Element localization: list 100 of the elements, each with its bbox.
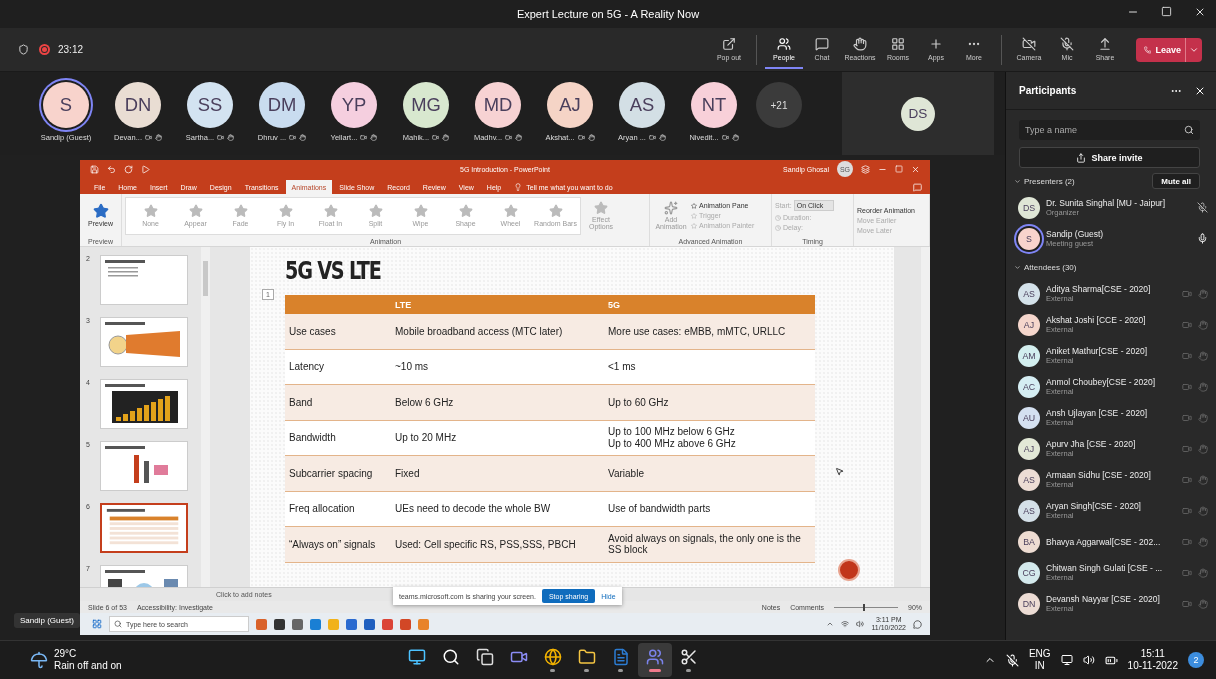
- weather-text: Rain off and on: [54, 660, 122, 672]
- avatar: AU: [1018, 406, 1040, 429]
- avatar: AJ: [547, 82, 593, 128]
- mic-off-icon: [1060, 36, 1074, 51]
- table-cell: Mobile broadband access (MTC later): [391, 314, 604, 350]
- star-icon: [233, 204, 248, 218]
- table-cell: <1 ms: [604, 349, 815, 385]
- avatar: AC: [1018, 375, 1040, 398]
- camera-icon: [1182, 598, 1192, 609]
- chevron-up-icon: [826, 620, 835, 628]
- camera-icon: [432, 134, 440, 141]
- meeting-timer: 23:12: [58, 44, 84, 55]
- section-toggle[interactable]: Presenters (2): [1014, 176, 1149, 186]
- comments-icon[interactable]: [913, 183, 922, 192]
- hand-icon: [515, 134, 523, 141]
- share-invite-button[interactable]: Share invite: [1019, 147, 1200, 168]
- slide-title: 5G VS LTE: [285, 257, 382, 285]
- table-cell: Band: [285, 385, 391, 421]
- hand-icon: [1198, 443, 1208, 454]
- participant-name: Apurv Jha [CSE - 2020]: [1046, 439, 1136, 449]
- people-icon: [777, 36, 791, 51]
- table-cell: Up to 60 GHz: [604, 385, 815, 421]
- clock-icon: [775, 214, 781, 221]
- participant-name: Akshat Joshi [CCE - 2020]: [1046, 315, 1146, 325]
- hand-icon: [154, 134, 162, 141]
- hand-icon: [853, 36, 867, 51]
- avatar: AS: [1018, 468, 1040, 491]
- camera-icon: [1182, 319, 1192, 330]
- hand-icon: [299, 134, 307, 141]
- table-cell: ~10 ms: [391, 349, 604, 385]
- volume-icon: [1082, 654, 1095, 666]
- wifi-icon: [841, 620, 850, 628]
- table-cell: Freq allocation: [285, 491, 391, 527]
- star-icon: [594, 200, 608, 215]
- participant-name: Aniket Mathur[CSE - 2020]: [1046, 346, 1148, 356]
- table-cell: UEs need to decode the whole BW: [391, 491, 604, 527]
- camera-icon: [1182, 474, 1192, 485]
- participant-name: Armaan Sidhu [CSE - 2020]: [1046, 470, 1151, 480]
- chevron-down-icon: [1014, 263, 1021, 271]
- table-cell: “Always on” signals: [285, 527, 391, 563]
- people-icon: [645, 648, 664, 666]
- table-cell: Variable: [604, 456, 815, 492]
- maximize-icon[interactable]: [1161, 6, 1172, 17]
- camera-icon: [577, 134, 585, 141]
- avatar: DS: [901, 96, 935, 131]
- star-icon: [548, 204, 563, 218]
- app-icon[interactable]: [292, 618, 303, 630]
- avatar: MG: [403, 82, 449, 128]
- close-icon[interactable]: [1194, 6, 1206, 18]
- presenter-label: Sandip (Guest): [14, 613, 80, 628]
- star-icon: [278, 204, 293, 218]
- temperature: 29°C: [54, 648, 78, 660]
- mic-off-icon[interactable]: [1005, 653, 1019, 667]
- app-icon[interactable]: [274, 618, 285, 630]
- participant-name: Bhavya Aggarwal[CSE - 202...: [1046, 536, 1161, 547]
- table-cell: Use cases: [285, 314, 391, 350]
- table-cell: Use of bandwidth parts: [604, 491, 815, 527]
- section-toggle[interactable]: Attendees (30): [1014, 262, 1200, 272]
- hand-icon: [227, 134, 235, 141]
- app-icon[interactable]: [364, 618, 375, 630]
- camera-icon: [1182, 505, 1192, 516]
- slide-thumbnail[interactable]: [100, 503, 188, 553]
- search-field[interactable]: Type a name: [1019, 120, 1200, 140]
- share-icon: [1098, 36, 1112, 51]
- scissors-icon: [679, 648, 698, 666]
- hand-icon: [1198, 412, 1208, 423]
- notification-icon: [913, 619, 922, 629]
- star-icon: [188, 204, 203, 218]
- table-cell: Up to 20 MHz: [391, 420, 604, 456]
- table-cell: Below 6 GHz: [391, 385, 604, 421]
- hand-icon: [1198, 536, 1208, 547]
- table-cell: Used: Cell specific RS, PSS,SSS, PBCH: [391, 527, 604, 563]
- camera-icon: [360, 134, 368, 141]
- taskbar-app[interactable]: [637, 643, 672, 677]
- zoom-thumb[interactable]: [862, 603, 865, 611]
- leave-button[interactable]: Leave: [1136, 37, 1202, 62]
- notification-badge[interactable]: 2: [1188, 652, 1204, 668]
- volume-icon: [856, 620, 865, 628]
- more-participants-button[interactable]: +21: [756, 82, 802, 128]
- table-cell: Avoid always on signals, the only one is the SS block: [604, 527, 815, 563]
- clock-date: 10-11-2022: [1127, 660, 1178, 673]
- folder-icon: [577, 648, 596, 666]
- avatar: AS: [619, 82, 665, 128]
- share-icon: [1076, 152, 1087, 163]
- avatar: AS: [1018, 282, 1040, 305]
- display-icon: [1060, 654, 1073, 666]
- camera-icon: [1182, 350, 1192, 361]
- phone-icon: [1144, 44, 1152, 55]
- avatar: BA: [1018, 530, 1040, 553]
- star-icon: [691, 212, 697, 219]
- clock-icon: [775, 224, 781, 231]
- participant-name: Ansh Ujlayan [CSE - 2020]: [1046, 408, 1148, 418]
- star-icon: [92, 203, 109, 220]
- table-cell: More use cases: eMBB, mMTC, URLLC: [604, 314, 815, 350]
- avatar: S: [1018, 227, 1040, 250]
- windows-icon[interactable]: [92, 619, 102, 629]
- mute-all-button[interactable]: Mute all: [1152, 173, 1200, 189]
- avatar: MD: [475, 82, 521, 128]
- save-icon: [90, 164, 99, 174]
- avatar: CG: [1018, 561, 1040, 584]
